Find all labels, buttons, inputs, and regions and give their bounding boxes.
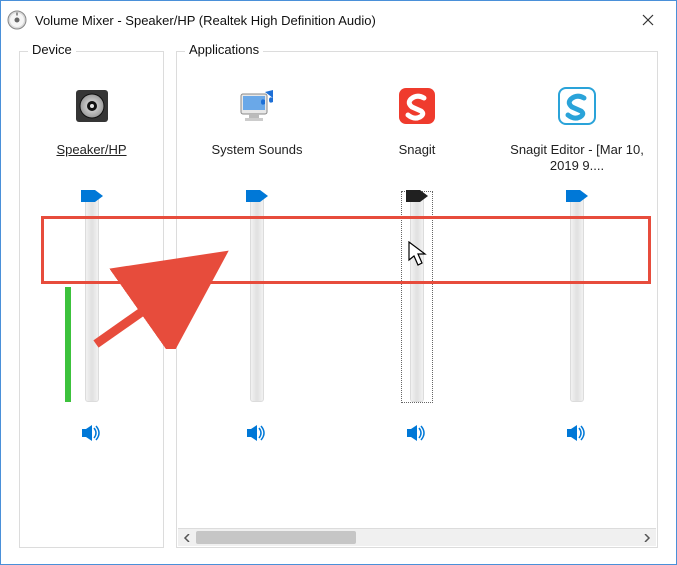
slider-track: [85, 192, 99, 402]
app-name[interactable]: Snagit: [347, 142, 487, 174]
speaker-on-icon: [81, 424, 103, 442]
system-sounds-icon[interactable]: [233, 82, 281, 130]
app-mute-button[interactable]: [401, 420, 433, 446]
device-mute-button[interactable]: [76, 420, 108, 446]
volume-mixer-window: Volume Mixer - Speaker/HP (Realtek High …: [0, 0, 677, 565]
app-column-snagit-editor: Snagit Editor - [Mar 10, 2019 9....: [497, 70, 657, 528]
speaker-device-icon[interactable]: [68, 82, 116, 130]
chevron-left-icon: [183, 534, 191, 542]
close-icon: [642, 14, 654, 26]
speaker-on-icon: [566, 424, 588, 442]
app-mute-button[interactable]: [241, 420, 273, 446]
slider-thumb[interactable]: [406, 190, 428, 202]
close-button[interactable]: [625, 5, 670, 35]
applications-group: Applications System Sounds: [176, 51, 658, 548]
content-area: Device Speaker/HP: [19, 51, 658, 548]
device-name[interactable]: Speaker/HP: [22, 142, 162, 174]
slider-thumb[interactable]: [566, 190, 588, 202]
device-group: Device Speaker/HP: [19, 51, 164, 548]
scrollbar-thumb[interactable]: [196, 531, 356, 544]
speaker-on-icon: [406, 424, 428, 442]
app-name[interactable]: Snagit Editor - [Mar 10, 2019 9....: [507, 142, 647, 174]
scroll-left-button[interactable]: [178, 529, 196, 546]
app-column-system-sounds: System Sounds: [177, 70, 337, 528]
slider-track: [410, 192, 424, 402]
volume-mixer-icon: [7, 10, 27, 30]
snagit-editor-icon[interactable]: [553, 82, 601, 130]
app-column-snagit: Snagit: [337, 70, 497, 528]
window-title: Volume Mixer - Speaker/HP (Realtek High …: [35, 13, 625, 28]
app-name[interactable]: System Sounds: [187, 142, 327, 174]
snagit-icon[interactable]: [393, 82, 441, 130]
app-volume-slider[interactable]: [402, 192, 432, 402]
slider-thumb[interactable]: [81, 190, 103, 202]
scroll-right-button[interactable]: [638, 529, 656, 546]
slider-track: [250, 192, 264, 402]
device-group-label: Device: [28, 42, 76, 57]
speaker-on-icon: [246, 424, 268, 442]
device-column: Speaker/HP: [20, 70, 163, 446]
device-volume-slider[interactable]: [77, 192, 107, 402]
chevron-right-icon: [643, 534, 651, 542]
device-level-indicator: [65, 287, 71, 403]
scrollbar-track[interactable]: [196, 529, 638, 546]
applications-group-label: Applications: [185, 42, 263, 57]
app-volume-slider[interactable]: [562, 192, 592, 402]
applications-row: System Sounds: [177, 70, 657, 528]
app-mute-button[interactable]: [561, 420, 593, 446]
app-volume-slider[interactable]: [242, 192, 272, 402]
slider-thumb[interactable]: [246, 190, 268, 202]
slider-track: [570, 192, 584, 402]
apps-horizontal-scrollbar[interactable]: [178, 528, 656, 546]
titlebar[interactable]: Volume Mixer - Speaker/HP (Realtek High …: [1, 1, 676, 39]
